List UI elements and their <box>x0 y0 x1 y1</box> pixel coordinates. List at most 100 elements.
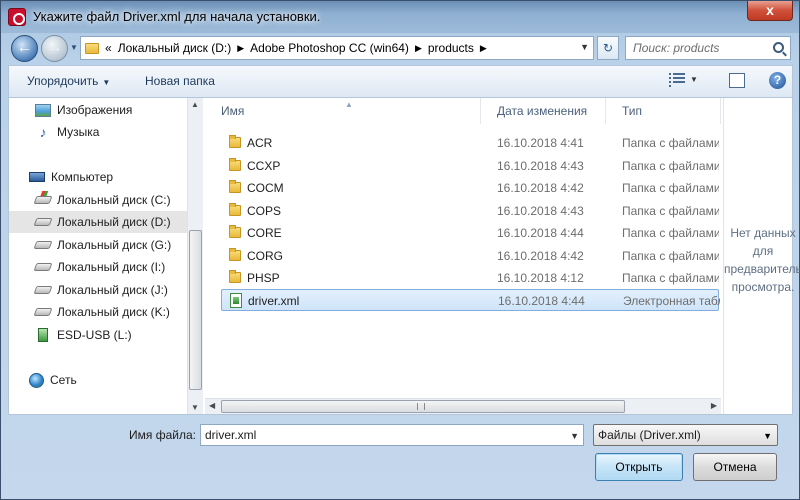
file-row[interactable]: PHSP 16.10.2018 4:12 Папка с файлами <box>221 267 719 289</box>
chevron-down-icon: ▼ <box>763 431 772 441</box>
file-type-filter[interactable]: Файлы (Driver.xml) ▼ <box>593 424 778 446</box>
scroll-grip-icon <box>417 403 425 410</box>
file-row[interactable]: COCM 16.10.2018 4:42 Папка с файлами <box>221 177 719 199</box>
file-name: CCXP <box>247 159 281 173</box>
column-header-date[interactable]: Дата изменения <box>481 98 606 124</box>
column-header-name[interactable]: Имя ▲ <box>205 98 481 124</box>
search-input[interactable]: Поиск: products <box>633 41 719 55</box>
sidebar-item-label: Локальный диск (G:) <box>57 238 172 252</box>
file-date: 16.10.2018 4:44 <box>497 226 584 240</box>
breadcrumb-overflow[interactable]: « <box>105 41 112 55</box>
file-name: PHSP <box>247 271 280 285</box>
sidebar-item-drive-i[interactable]: Локальный диск (I:) <box>33 256 203 278</box>
forward-button[interactable]: → <box>41 35 68 62</box>
file-name: COCM <box>247 181 284 195</box>
title-bar[interactable]: Укажите файл Driver.xml для начала устан… <box>1 1 799 33</box>
refresh-button[interactable]: ↻ <box>597 36 619 60</box>
search-icon[interactable] <box>773 42 784 53</box>
window-title: Укажите файл Driver.xml для начала устан… <box>33 9 321 24</box>
drive-icon <box>33 286 53 294</box>
organize-button[interactable]: Упорядочить ▼ <box>27 74 110 88</box>
spreadsheet-file-icon <box>230 293 242 308</box>
cancel-button[interactable]: Отмена <box>693 453 777 481</box>
breadcrumb-separator-icon[interactable]: ▶ <box>415 43 422 54</box>
breadcrumb-separator-icon[interactable]: ▶ <box>480 43 487 54</box>
sidebar-item-music[interactable]: ♪ Музыка <box>35 121 203 143</box>
sidebar-item-label: Локальный диск (K:) <box>57 305 170 319</box>
drive-icon <box>33 263 53 271</box>
dialog-footer: Имя файла: driver.xml ▼ Файлы (Driver.xm… <box>1 415 799 499</box>
horizontal-scrollbar[interactable]: ◀ ▶ <box>205 398 721 414</box>
file-row[interactable]: CCXP 16.10.2018 4:43 Папка с файлами <box>221 155 719 177</box>
sidebar-item-drive-c[interactable]: Локальный диск (C:) <box>33 189 203 211</box>
file-row[interactable]: CORG 16.10.2018 4:42 Папка с файлами <box>221 245 719 267</box>
file-date: 16.10.2018 4:43 <box>497 159 584 173</box>
help-icon[interactable]: ? <box>769 72 786 89</box>
search-box[interactable]: Поиск: products <box>625 36 791 60</box>
organize-label: Упорядочить <box>27 74 99 88</box>
view-dropdown-icon[interactable]: ▼ <box>690 75 698 84</box>
folder-icon <box>229 248 241 261</box>
sidebar-item-label: Локальный диск (I:) <box>57 260 166 274</box>
file-row[interactable]: ACR 16.10.2018 4:41 Папка с файлами <box>221 132 719 154</box>
sidebar-item-drive-g[interactable]: Локальный диск (G:) <box>33 234 203 256</box>
preview-pane-icon[interactable] <box>729 73 745 88</box>
close-button[interactable]: x <box>747 1 793 21</box>
navigation-bar: ← → ▼ « Локальный диск (D:) ▶ Adobe Phot… <box>1 33 799 63</box>
breadcrumb-drive-d[interactable]: Локальный диск (D:) <box>118 41 232 55</box>
file-type-filter-value: Файлы (Driver.xml) <box>598 428 701 442</box>
sidebar-item-label: Компьютер <box>51 170 114 184</box>
breadcrumb-photoshop[interactable]: Adobe Photoshop CC (win64) <box>250 41 409 55</box>
scroll-down-icon[interactable]: ▼ <box>191 403 199 412</box>
scroll-up-icon[interactable]: ▲ <box>191 100 199 109</box>
file-date: 16.10.2018 4:42 <box>497 181 584 195</box>
pictures-icon <box>35 103 51 117</box>
file-row-selected[interactable]: driver.xml 16.10.2018 4:44 Электронная таб… <box>221 289 720 311</box>
drive-icon <box>33 241 53 249</box>
filename-dropdown-icon[interactable]: ▼ <box>570 426 579 446</box>
app-icon <box>8 8 26 26</box>
sort-ascending-icon: ▲ <box>345 100 353 109</box>
back-button[interactable]: ← <box>11 35 38 62</box>
sidebar-item-drive-k[interactable]: Локальный диск (K:) <box>33 301 203 323</box>
file-date: 16.10.2018 4:41 <box>497 136 584 150</box>
scroll-left-icon[interactable]: ◀ <box>209 401 215 410</box>
preview-pane: Нет данных для предварительного просмотр… <box>723 98 800 414</box>
sidebar-item-usb-l[interactable]: ESD-USB (L:) <box>35 324 203 346</box>
horizontal-scroll-thumb[interactable] <box>221 400 625 413</box>
filename-value[interactable]: driver.xml <box>205 428 256 442</box>
sidebar-item-drive-j[interactable]: Локальный диск (J:) <box>33 279 203 301</box>
address-bar[interactable]: « Локальный диск (D:) ▶ Adobe Photoshop … <box>80 36 594 60</box>
sidebar-item-network[interactable]: Сеть <box>29 369 203 391</box>
folder-icon <box>229 180 241 193</box>
file-row[interactable]: COPS 16.10.2018 4:43 Папка с файлами <box>221 200 719 222</box>
file-row[interactable]: CORE 16.10.2018 4:44 Папка с файлами <box>221 222 719 244</box>
file-type: Папка с файлами <box>622 271 719 285</box>
folder-icon <box>229 225 241 238</box>
breadcrumb-separator-icon[interactable]: ▶ <box>237 43 244 54</box>
column-name-label: Имя <box>221 104 245 118</box>
folder-icon <box>85 42 99 54</box>
sidebar-item-label: Сеть <box>50 373 77 387</box>
scroll-right-icon[interactable]: ▶ <box>711 401 717 410</box>
sidebar-item-label: Локальный диск (J:) <box>57 283 168 297</box>
view-options-icon[interactable] <box>669 73 685 87</box>
file-type: Электронная таблица <box>623 294 720 308</box>
file-type: Папка с файлами <box>622 249 719 263</box>
file-date: 16.10.2018 4:42 <box>497 249 584 263</box>
recent-pages-dropdown[interactable]: ▼ <box>70 43 78 53</box>
address-dropdown-icon[interactable]: ▼ <box>580 42 589 52</box>
sidebar-scroll-thumb[interactable] <box>189 230 202 390</box>
column-header-type[interactable]: Тип <box>606 98 721 124</box>
new-folder-button[interactable]: Новая папка <box>145 74 215 88</box>
file-open-dialog: Укажите файл Driver.xml для начала устан… <box>0 0 800 500</box>
open-button[interactable]: Открыть <box>595 453 683 481</box>
folder-icon <box>229 203 241 216</box>
sidebar-scrollbar[interactable]: ▲ ▼ <box>187 98 203 414</box>
sidebar-item-computer[interactable]: Компьютер <box>29 166 203 188</box>
system-drive-icon <box>33 196 53 204</box>
breadcrumb-products[interactable]: products <box>428 41 474 55</box>
sidebar-item-drive-d[interactable]: Локальный диск (D:) <box>9 211 187 233</box>
filename-field[interactable]: driver.xml ▼ <box>200 424 584 446</box>
sidebar-item-pictures[interactable]: Изображения <box>35 99 203 121</box>
